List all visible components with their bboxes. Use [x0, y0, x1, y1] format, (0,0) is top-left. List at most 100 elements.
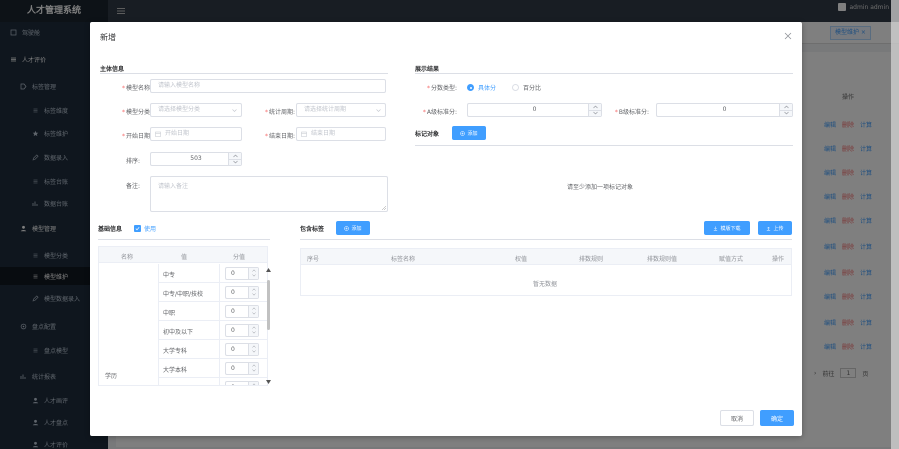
group-cell: 学历 — [99, 264, 159, 385]
arrow-down-icon[interactable] — [233, 160, 238, 164]
arrow-down-icon[interactable] — [252, 312, 256, 315]
col-actions: 操作 — [772, 256, 785, 263]
check-icon — [135, 226, 140, 231]
col-rank-rule: 排数规则 — [579, 256, 604, 263]
confirm-button[interactable]: 确定 — [760, 410, 794, 426]
add-dialog: 新增 主体信息 *模型名称: 请输入模型名称 *模型分类: 请选择模型分类 *统… — [90, 22, 802, 436]
add-tag-button[interactable]: 添加 — [336, 221, 370, 235]
remark-textarea[interactable]: 请输入备注 — [150, 176, 388, 212]
start-date-label: *开始日期: — [121, 133, 152, 140]
col-value: 值 — [181, 254, 188, 261]
upload-button[interactable]: 上传 — [758, 221, 792, 235]
table-row: 大学本科 0 — [159, 359, 267, 378]
arrow-down-icon[interactable] — [252, 350, 256, 353]
tags-empty: 暂无数据 — [533, 281, 558, 288]
calendar-icon — [301, 131, 307, 137]
a-std-label: *A级标准分: — [422, 109, 457, 116]
section-display-result: 展示结果 — [415, 66, 440, 73]
sort-stepper[interactable]: 503 — [150, 152, 242, 166]
table-row: 中专 0 — [159, 264, 267, 283]
arrow-up-icon[interactable] — [252, 345, 256, 348]
col-index: 序号 — [307, 256, 320, 263]
score-stepper[interactable]: 0 — [225, 343, 259, 356]
radio-percentage[interactable]: 百分比 — [512, 83, 541, 92]
model-name-input[interactable]: 请输入模型名称 — [150, 79, 386, 93]
section-main-info: 主体信息 — [100, 66, 125, 73]
score-stepper[interactable]: 0 — [225, 267, 259, 280]
dialog-title: 新增 — [100, 33, 116, 42]
arrow-down-icon[interactable] — [252, 293, 256, 296]
stat-period-select[interactable]: 请选择统计周期 — [296, 103, 386, 117]
arrow-up-icon[interactable] — [252, 383, 256, 386]
row-value: 中专/中职/技校 — [163, 291, 204, 298]
section-mark-object: 标记对象 — [415, 131, 440, 138]
model-name-label: *模型名称: — [121, 85, 152, 92]
row-value: 大学专科 — [163, 348, 188, 355]
chevron-down-icon — [376, 109, 381, 112]
model-category-select[interactable]: 请选择模型分类 — [150, 103, 242, 117]
start-date-picker[interactable]: 开始日期 — [150, 127, 242, 141]
end-date-picker[interactable]: 结束日期 — [296, 127, 386, 141]
score-stepper[interactable]: 0 — [225, 305, 259, 318]
row-value: 大学本科 — [163, 367, 188, 374]
arrow-up-icon[interactable] — [252, 307, 256, 310]
add-mark-object-button[interactable]: 添加 — [452, 126, 486, 140]
arrow-up-icon[interactable] — [252, 326, 256, 329]
col-weight: 权值 — [515, 256, 528, 263]
divider — [415, 73, 793, 74]
arrow-up-icon[interactable] — [252, 364, 256, 367]
score-stepper[interactable]: 0 — [225, 286, 259, 299]
arrow-up-icon[interactable] — [252, 269, 256, 272]
template-download-button[interactable]: 模版下载 — [704, 221, 750, 235]
arrow-up-icon[interactable] — [233, 154, 238, 158]
divider — [300, 239, 792, 240]
row-value: 中职 — [163, 310, 176, 317]
plus-circle-icon — [344, 225, 350, 231]
tags-table: 序号 标签名称 权值 排数规则 排数规则值 赋值方式 操作 暂无数据 — [300, 248, 792, 296]
end-date-label: *结束日期: — [264, 133, 295, 140]
cancel-button[interactable]: 取消 — [720, 410, 754, 426]
remark-label: 备注: — [125, 183, 140, 190]
scroll-thumb[interactable] — [267, 280, 270, 330]
table-row: 大学专科 0 — [159, 340, 267, 359]
page-scrollbar[interactable] — [891, 0, 899, 449]
row-value: 中专 — [163, 272, 176, 279]
basic-info-table: 名称 值 分值 学历 中专 0 中专/中职/技校 0 中职 0 初中及以下 0 大学专科 0 大学本… — [98, 246, 268, 386]
b-std-stepper[interactable]: 0 — [656, 103, 793, 117]
arrow-up-icon[interactable] — [784, 105, 789, 109]
resize-grip-icon[interactable] — [381, 205, 386, 210]
score-stepper[interactable]: 0 — [225, 362, 259, 375]
tags-header: 序号 标签名称 权值 排数规则 排数规则值 赋值方式 操作 — [301, 249, 791, 265]
close-icon[interactable] — [784, 32, 792, 40]
divider — [415, 145, 793, 146]
row-value: 初中及以下 — [163, 329, 194, 336]
col-rank-rule-value: 排数规则值 — [647, 256, 678, 263]
arrow-down-icon[interactable] — [784, 111, 789, 115]
model-category-label: *模型分类: — [121, 109, 152, 116]
scroll-up-icon[interactable] — [266, 268, 271, 272]
scroll-down-icon[interactable] — [266, 380, 271, 384]
upload-icon — [767, 226, 771, 231]
score-type-label: *分数类型: — [426, 85, 457, 92]
use-checkbox[interactable]: 使用 — [134, 224, 156, 233]
basic-info-scrollbar[interactable] — [266, 264, 272, 384]
section-tags: 包含标签 — [300, 226, 325, 233]
col-name: 名称 — [121, 254, 134, 261]
download-icon — [714, 226, 718, 231]
section-basic-info: 基础信息 — [98, 226, 123, 233]
arrow-down-icon[interactable] — [252, 274, 256, 277]
score-stepper[interactable]: 0 — [225, 381, 259, 386]
arrow-down-icon[interactable] — [252, 369, 256, 372]
b-std-label: *B级标准分: — [614, 109, 649, 116]
arrow-down-icon[interactable] — [252, 331, 256, 334]
radio-specific-score[interactable]: 具体分 — [467, 83, 496, 92]
a-std-stepper[interactable]: 0 — [467, 103, 602, 117]
table-row: 初中及以下 0 — [159, 321, 267, 340]
arrow-up-icon[interactable] — [252, 288, 256, 291]
stat-period-label: *统计周期: — [264, 109, 295, 116]
plus-circle-icon — [460, 130, 466, 136]
score-stepper[interactable]: 0 — [225, 324, 259, 337]
table-row: 中专/中职/技校 0 — [159, 283, 267, 302]
divider — [98, 239, 270, 240]
basic-info-header: 名称 值 分值 — [99, 247, 267, 263]
